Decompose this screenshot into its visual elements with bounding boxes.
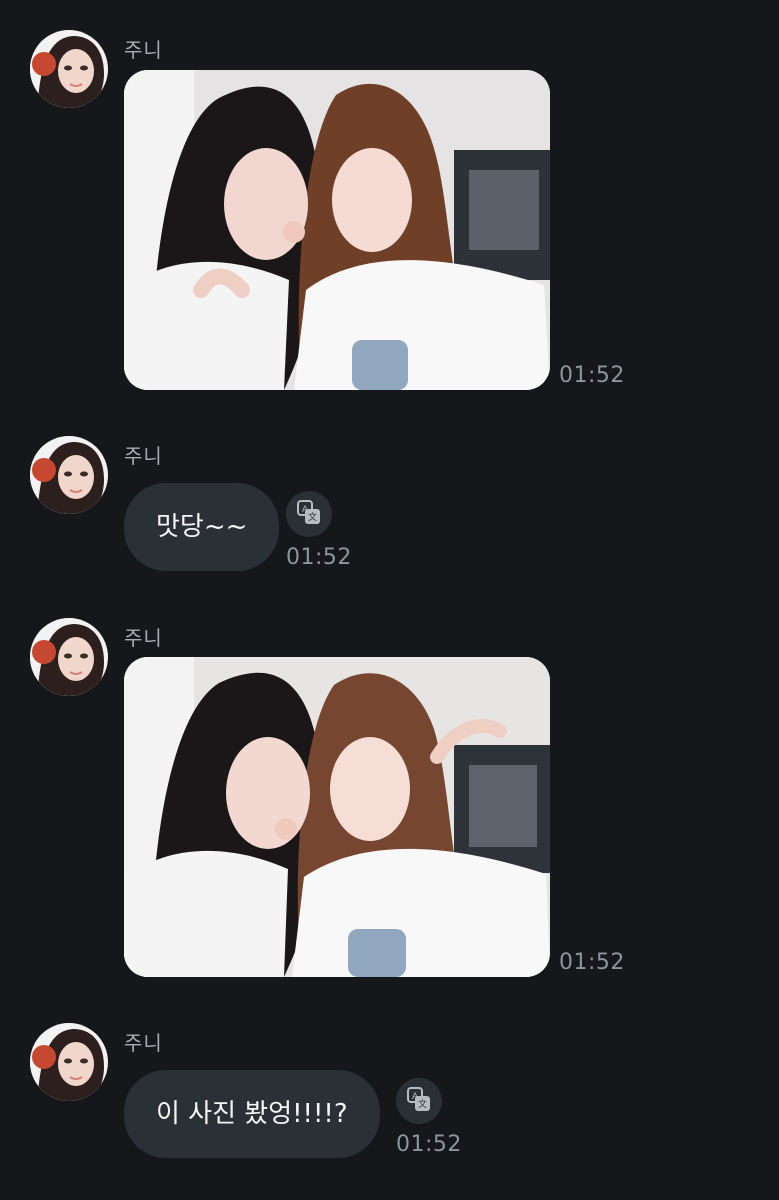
photo-image <box>124 70 550 390</box>
avatar-image <box>30 618 108 696</box>
sender-name: 주니 <box>124 626 163 650</box>
message-time: 01:52 <box>396 1132 462 1157</box>
translate-button[interactable]: A 文 <box>286 491 332 537</box>
avatar-image <box>30 1023 108 1101</box>
avatar-image <box>30 436 108 514</box>
message-time: 01:52 <box>559 363 625 388</box>
translate-icon: A 文 <box>297 500 320 524</box>
message-time: 01:52 <box>559 950 625 975</box>
photo-image <box>124 657 550 977</box>
avatar[interactable] <box>30 618 108 696</box>
avatar[interactable] <box>30 30 108 108</box>
message-photo[interactable] <box>124 70 550 390</box>
message-bubble[interactable]: 맛당~~ <box>124 483 280 571</box>
avatar-image <box>30 30 108 108</box>
message-bubble[interactable]: 이 사진 봤엉!!!!? <box>124 1070 380 1158</box>
sender-name: 주니 <box>124 38 163 62</box>
sender-name: 주니 <box>124 1031 163 1055</box>
svg-text:文: 文 <box>308 511 317 522</box>
message-time: 01:52 <box>286 545 352 570</box>
svg-text:文: 文 <box>418 1098 427 1109</box>
avatar[interactable] <box>30 436 108 514</box>
translate-button[interactable]: A 文 <box>396 1078 442 1124</box>
message-photo[interactable] <box>124 657 550 977</box>
avatar[interactable] <box>30 1023 108 1101</box>
sender-name: 주니 <box>124 444 163 468</box>
translate-icon: A 文 <box>407 1087 430 1111</box>
